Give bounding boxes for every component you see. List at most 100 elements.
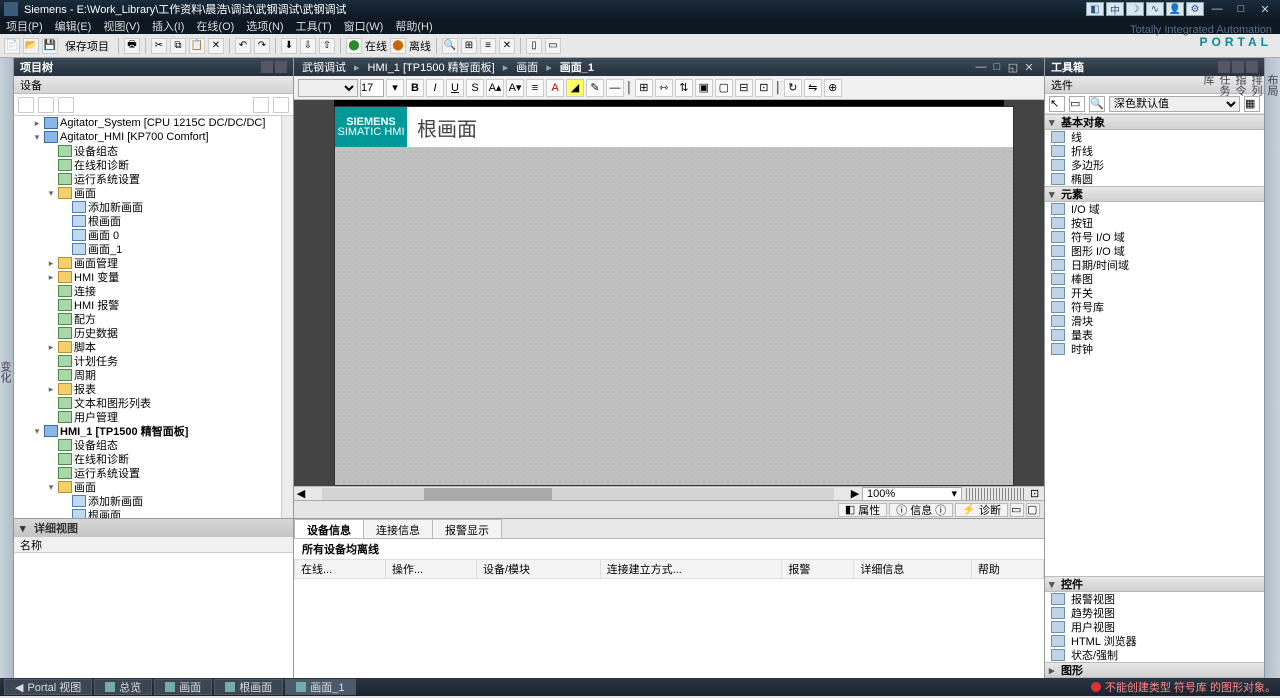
bold-icon[interactable]: B (406, 79, 424, 97)
align-icon[interactable]: ⊞ (635, 79, 653, 97)
font-size-dropdown-icon[interactable]: ▾ (386, 79, 404, 97)
split-h-icon[interactable]: ▯ (526, 38, 542, 54)
tree-item[interactable]: 画面 0 (14, 228, 293, 242)
side-tab[interactable]: 布局 (1264, 74, 1280, 670)
pin-icon[interactable] (275, 61, 287, 73)
download-icon[interactable]: ⇩ (300, 38, 316, 54)
cross-ref-icon[interactable]: ⊞ (461, 38, 477, 54)
compile-icon[interactable]: ⬇ (281, 38, 297, 54)
tree-item[interactable]: 用户管理 (14, 410, 293, 424)
distribute-v-icon[interactable]: ⇅ (675, 79, 693, 97)
tree-item[interactable]: 添加新画面 (14, 494, 293, 508)
tree-filter-icon[interactable] (18, 97, 34, 113)
cut-icon[interactable]: ✂ (151, 38, 167, 54)
line-style-icon[interactable]: — (606, 79, 624, 97)
group-icon[interactable]: ⊟ (735, 79, 753, 97)
menu-item[interactable]: 工具(T) (296, 18, 332, 34)
diag-tab[interactable]: 连接信息 (363, 519, 433, 538)
tb-icon-5[interactable]: 👤 (1166, 2, 1184, 16)
toolbox-pin-icon[interactable] (1218, 61, 1230, 73)
close-button[interactable]: ✕ (1254, 2, 1276, 16)
editor-close-icon[interactable]: ✕ (1022, 60, 1036, 74)
project-tree[interactable]: ▸Agitator_System [CPU 1215C DC/DC/DC]▾Ag… (14, 116, 293, 518)
tree-collapse-icon[interactable] (58, 97, 74, 113)
tree-item[interactable]: 配方 (14, 312, 293, 326)
flip-icon[interactable]: ⇋ (804, 79, 822, 97)
menu-item[interactable]: 项目(P) (6, 18, 43, 34)
tree-item[interactable]: 计划任务 (14, 354, 293, 368)
cursor-tool-icon[interactable]: ↖ (1049, 96, 1065, 112)
portal-view-button[interactable]: ◀ Portal 视图 (4, 679, 92, 695)
menu-item[interactable]: 选项(N) (246, 18, 283, 34)
toolbox-opts-icon[interactable] (1232, 61, 1244, 73)
tree-item[interactable]: 文本和图形列表 (14, 396, 293, 410)
diagnostics-tab[interactable]: ⚡ 诊断 (955, 503, 1008, 517)
left-side-tab[interactable]: 变化 (0, 58, 14, 678)
copy-icon[interactable]: ⧉ (170, 38, 186, 54)
select-tool-icon[interactable]: ▭ (1069, 96, 1085, 112)
side-tab[interactable]: 任务 (1216, 74, 1232, 670)
right-side-tabs[interactable]: 布局排列指令任务库 (1264, 58, 1280, 678)
minimize-button[interactable]: — (1206, 2, 1228, 16)
task-icon[interactable]: ≡ (480, 38, 496, 54)
font-size-input[interactable] (360, 79, 384, 97)
canvas-hscroll[interactable]: ◀ ▶ 100%▾ ⊡ (294, 486, 1044, 500)
tree-item[interactable]: 周期 (14, 368, 293, 382)
editor-restore-icon[interactable]: ◱ (1006, 60, 1020, 74)
breadcrumb-item[interactable]: HMI_1 [TP1500 精智面板] (368, 59, 495, 75)
tree-item[interactable]: 运行系统设置 (14, 172, 293, 186)
italic-icon[interactable]: I (426, 79, 444, 97)
new-project-icon[interactable]: 📄 (4, 38, 20, 54)
zoom-tool-icon[interactable]: 🔍 (1089, 96, 1105, 112)
editor-max-icon[interactable]: □ (990, 60, 1004, 74)
upload-icon[interactable]: ⇧ (319, 38, 335, 54)
delete-icon[interactable]: ✕ (208, 38, 224, 54)
redo-icon[interactable]: ↷ (254, 38, 270, 54)
tree-item[interactable]: 画面_1 (14, 242, 293, 256)
tree-item[interactable]: 运行系统设置 (14, 466, 293, 480)
side-tab[interactable]: 排列 (1248, 74, 1264, 670)
font-family-select[interactable] (298, 79, 358, 97)
distribute-h-icon[interactable]: ⇿ (655, 79, 673, 97)
tree-item[interactable]: 在线和诊断 (14, 158, 293, 172)
tree-item[interactable]: ▸画面管理 (14, 256, 293, 270)
breadcrumb-item[interactable]: 武钢调试 (302, 59, 346, 75)
menu-item[interactable]: 窗口(W) (344, 18, 384, 34)
tb-icon-1[interactable]: ◧ (1086, 2, 1104, 16)
ungroup-icon[interactable]: ⊡ (755, 79, 773, 97)
menu-item[interactable]: 视图(V) (103, 18, 140, 34)
tree-item[interactable]: ▾HMI_1 [TP1500 精智面板] (14, 424, 293, 438)
paste-icon[interactable]: 📋 (189, 38, 205, 54)
maximize-button[interactable]: □ (1230, 2, 1252, 16)
tree-item[interactable]: ▾画面 (14, 186, 293, 200)
go-offline-icon[interactable]: ⬤ (390, 38, 406, 54)
inspector-max-icon[interactable]: ▢ (1026, 503, 1040, 517)
zoom-fit-icon[interactable]: ⊕ (824, 79, 842, 97)
menu-item[interactable]: 帮助(H) (395, 18, 432, 34)
tree-item[interactable]: ▾画面 (14, 480, 293, 494)
search-icon[interactable]: 🔍 (442, 38, 458, 54)
open-project-icon[interactable]: 📂 (23, 38, 39, 54)
tree-view1-icon[interactable] (253, 97, 269, 113)
inspector-min-icon[interactable]: ▭ (1010, 503, 1024, 517)
tree-item[interactable]: ▸HMI 变量 (14, 270, 293, 284)
font-grow-icon[interactable]: A▴ (486, 79, 504, 97)
tree-item[interactable]: 设备组态 (14, 438, 293, 452)
tree-item[interactable]: 添加新画面 (14, 200, 293, 214)
tree-item[interactable]: 根画面 (14, 214, 293, 228)
tree-item[interactable]: 设备组态 (14, 144, 293, 158)
diag-tab[interactable]: 设备信息 (294, 519, 364, 538)
collapse-icon[interactable] (261, 61, 273, 73)
toolbox-close-icon[interactable] (1246, 61, 1258, 73)
side-tab[interactable]: 指令 (1232, 74, 1248, 670)
breadcrumb-item[interactable]: 画面 (516, 59, 538, 75)
breadcrumb-item[interactable]: 画面_1 (560, 59, 594, 75)
fill-color-icon[interactable]: ◢ (566, 79, 584, 97)
tree-item[interactable]: 历史数据 (14, 326, 293, 340)
tree-expand-icon[interactable] (38, 97, 54, 113)
bring-front-icon[interactable]: ▣ (695, 79, 713, 97)
split-v-icon[interactable]: ▭ (545, 38, 561, 54)
status-tab[interactable]: 画面 (154, 679, 212, 695)
tree-view2-icon[interactable] (273, 97, 289, 113)
close-tab-icon[interactable]: ✕ (499, 38, 515, 54)
